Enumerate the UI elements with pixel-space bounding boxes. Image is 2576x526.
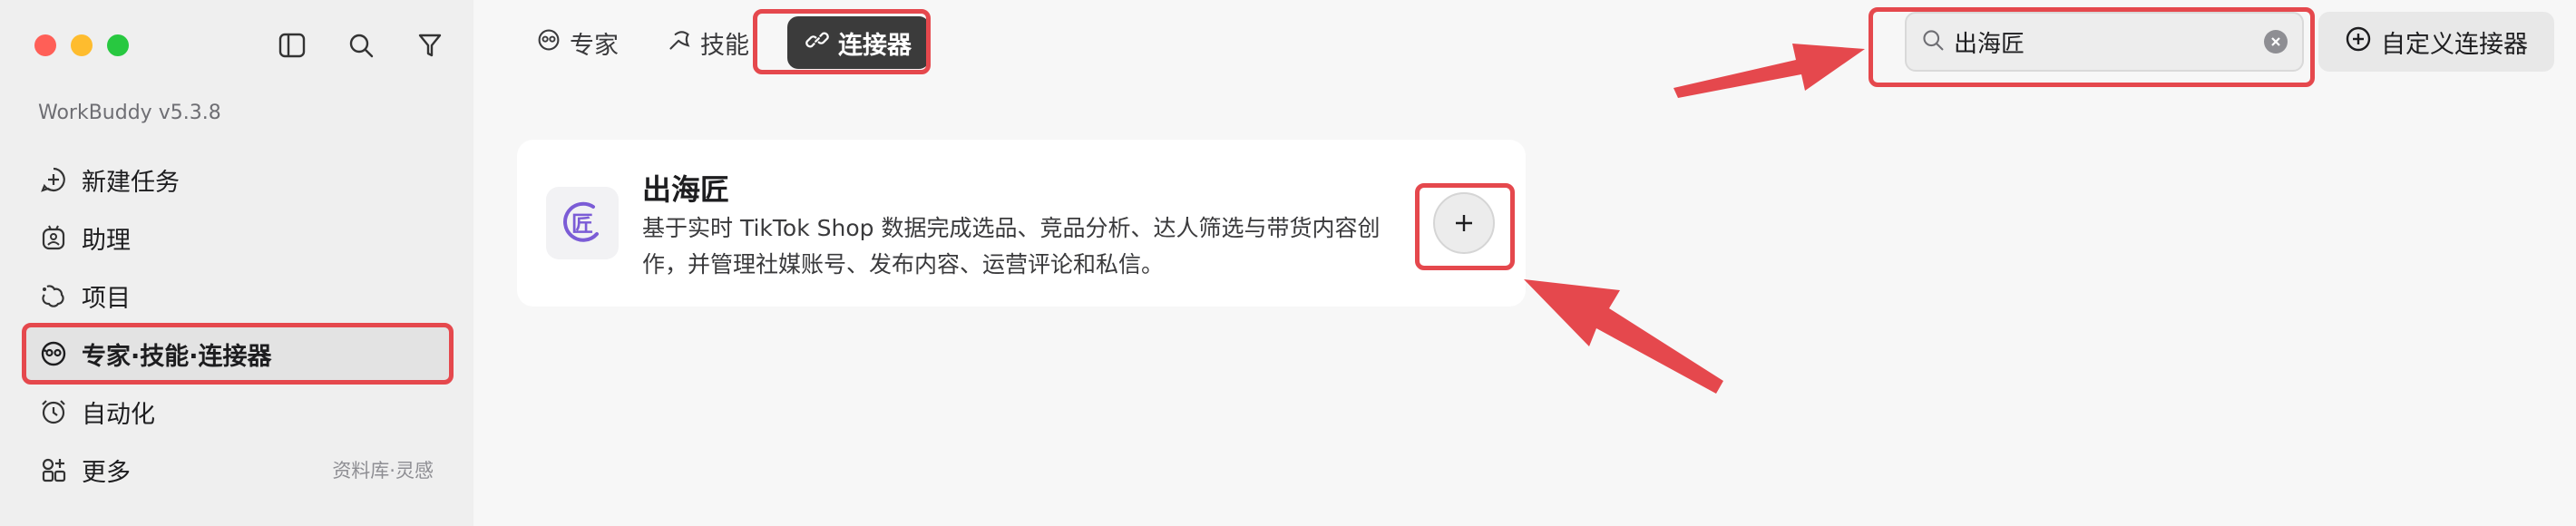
search-input[interactable] [1954, 28, 2264, 55]
sidebar-item-label: 更多 [82, 458, 131, 487]
close-window-button[interactable] [34, 34, 56, 56]
connector-name: 出海匠 [642, 172, 730, 207]
app-version: WorkBuddy v5.3.8 [38, 102, 221, 124]
window-controls [34, 34, 129, 56]
tab-skills[interactable]: 技能 [657, 16, 760, 69]
new-task-icon [38, 164, 69, 195]
sidebar-toggle-icon[interactable] [274, 27, 310, 63]
search-icon [1921, 28, 1945, 55]
sidebar-item-new-task[interactable]: 新建任务 [22, 151, 454, 209]
expert-icon [537, 28, 561, 58]
connector-description: 基于实时 TikTok Shop 数据完成选品、竞品分析、达人筛选与带货内容创作… [642, 215, 1381, 278]
skill-icon [668, 28, 691, 58]
tab-label: 连接器 [838, 31, 912, 60]
close-icon [2271, 37, 2280, 46]
sidebar: WorkBuddy v5.3.8 新建任务 助理 项目 专家·技能·连接器 自动… [0, 0, 473, 526]
sidebar-item-label: 自动化 [82, 400, 155, 429]
top-tabs: 专家 技能 连接器 [526, 16, 930, 69]
sidebar-item-label: 新建任务 [82, 168, 180, 197]
tab-label: 技能 [700, 31, 749, 60]
sidebar-item-label: 助理 [82, 226, 131, 255]
sidebar-toolbar [274, 27, 448, 63]
search-icon[interactable] [343, 27, 379, 63]
tab-connectors[interactable]: 连接器 [787, 16, 930, 69]
minimize-window-button[interactable] [71, 34, 93, 56]
sidebar-item-more[interactable]: 更多 资料库·灵感 [22, 441, 454, 499]
tab-label: 专家 [570, 31, 619, 60]
custom-connector-button[interactable]: 自定义连接器 [2318, 12, 2554, 72]
sidebar-item-label: 专家·技能·连接器 [82, 342, 272, 371]
more-extra-label: 资料库·灵感 [332, 460, 434, 482]
connector-card[interactable]: 匠 出海匠 基于实时 TikTok Shop 数据完成选品、竞品分析、达人筛选与… [517, 140, 1526, 307]
add-connector-button[interactable] [1433, 192, 1495, 254]
zoom-window-button[interactable] [107, 34, 129, 56]
tab-experts[interactable]: 专家 [526, 16, 629, 69]
sidebar-item-experts-skills-connectors[interactable]: 专家·技能·连接器 [22, 325, 454, 383]
custom-connector-label: 自定义连接器 [2381, 30, 2528, 59]
more-icon [38, 454, 69, 485]
sidebar-item-label: 项目 [82, 284, 131, 313]
connector-logo: 匠 [546, 187, 619, 259]
logo-character: 匠 [571, 211, 593, 237]
arrow-to-add-button [1524, 279, 1723, 394]
connector-search[interactable] [1905, 12, 2304, 72]
assistant-icon [38, 222, 69, 253]
project-icon [38, 280, 69, 311]
sidebar-item-project[interactable]: 项目 [22, 267, 454, 325]
arrow-to-search [1673, 44, 1865, 98]
filter-icon[interactable] [412, 27, 448, 63]
alarm-icon [38, 396, 69, 427]
sidebar-item-assistant[interactable]: 助理 [22, 209, 454, 267]
sidebar-nav: 新建任务 助理 项目 专家·技能·连接器 自动化 更多 资料库·灵感 [22, 151, 454, 499]
link-icon [805, 28, 829, 58]
expert-icon [38, 338, 69, 369]
plus-icon [1453, 205, 1475, 242]
clear-search-button[interactable] [2264, 30, 2288, 54]
add-circle-icon [2345, 25, 2372, 59]
sidebar-item-automation[interactable]: 自动化 [22, 383, 454, 441]
